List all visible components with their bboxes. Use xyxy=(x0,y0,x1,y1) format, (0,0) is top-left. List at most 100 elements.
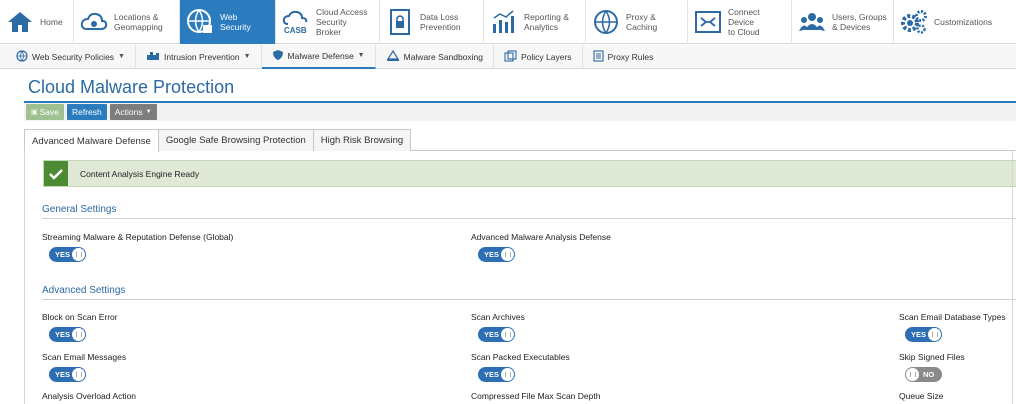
users-icon xyxy=(798,8,826,36)
toolbar: ▣ Save Refresh Actions ▼ xyxy=(24,101,1016,121)
scan-packed-executables-toggle[interactable]: YES xyxy=(478,367,515,382)
scan-email-messages-label: Scan Email Messages xyxy=(42,352,127,362)
save-button[interactable]: ▣ Save xyxy=(26,104,64,120)
nav-reporting-label: Reporting & Analytics xyxy=(524,12,569,32)
scan-email-db-types-toggle[interactable]: YES xyxy=(905,327,942,342)
nav-users-label: Users, Groups & Devices xyxy=(832,12,887,32)
subnav-label: Malware Sandboxing xyxy=(403,51,483,62)
nav-connect-device[interactable]: Connect Device to Cloud xyxy=(688,0,792,44)
refresh-button[interactable]: Refresh xyxy=(67,104,107,120)
skip-signed-files-toggle[interactable]: NO xyxy=(905,367,942,382)
toggle-knob xyxy=(72,328,85,341)
nav-web-security-label: Web Security xyxy=(220,12,251,32)
actions-button[interactable]: Actions ▼ xyxy=(109,104,157,120)
nav-proxy[interactable]: Proxy & Caching xyxy=(586,0,688,44)
toggle-knob xyxy=(501,368,514,381)
nav-casb-label: Cloud Access Security Broker xyxy=(316,7,368,37)
globe-icon xyxy=(16,49,28,64)
nav-home-label: Home xyxy=(40,17,63,27)
streaming-malware-label: Streaming Malware & Reputation Defense (… xyxy=(42,232,234,242)
scan-archives-label: Scan Archives xyxy=(471,312,525,322)
divider xyxy=(42,299,1016,300)
subnav-label: Intrusion Prevention xyxy=(163,51,240,62)
nav-casb[interactable]: CASB Cloud Access Security Broker xyxy=(276,0,380,44)
toggle-text: YES xyxy=(911,330,927,339)
tab-high-risk-browsing[interactable]: High Risk Browsing xyxy=(312,129,412,151)
tab-bar: Advanced Malware Defense Google Safe Bro… xyxy=(24,129,1016,152)
casb-icon: CASB xyxy=(282,8,310,36)
subnav-label: Proxy Rules xyxy=(607,51,654,62)
toggle-text: YES xyxy=(55,330,71,339)
advanced-malware-analysis-toggle[interactable]: YES xyxy=(478,247,515,262)
tab-content: Content Analysis Engine Ready General Se… xyxy=(24,151,1016,404)
queue-size-label: Queue Size xyxy=(899,391,944,401)
layers-icon xyxy=(504,49,517,64)
actions-label: Actions xyxy=(114,107,143,117)
toggle-knob xyxy=(501,328,514,341)
general-settings-heading: General Settings xyxy=(42,204,117,215)
toggle-knob xyxy=(501,248,514,261)
scan-packed-executables-label: Scan Packed Executables xyxy=(471,352,570,362)
toggle-knob xyxy=(72,248,85,261)
nav-locations-label: Locations & Geomapping xyxy=(114,12,163,32)
compressed-file-max-scan-depth-label: Compressed File Max Scan Depth xyxy=(471,391,601,401)
subnav-label: Malware Defense xyxy=(287,50,354,61)
nav-web-security[interactable]: Web Security xyxy=(180,0,276,44)
divider xyxy=(42,218,1016,219)
page-title: Cloud Malware Protection xyxy=(28,77,235,97)
analysis-overload-action-label: Analysis Overload Action xyxy=(42,391,137,401)
connect-icon xyxy=(694,8,722,36)
subnav-label: Policy Layers xyxy=(521,51,572,62)
toggle-text: NO xyxy=(923,370,935,379)
home-icon xyxy=(6,8,34,36)
toggle-knob xyxy=(906,368,919,381)
chevron-down-icon: ▼ xyxy=(145,109,152,115)
scan-email-db-types-label: Scan Email Database Types xyxy=(899,312,1006,322)
chevron-down-icon: ▼ xyxy=(118,53,125,60)
gears-icon xyxy=(900,8,928,36)
save-label: Save xyxy=(39,107,59,117)
block-on-scan-error-label: Block on Scan Error xyxy=(42,312,118,322)
block-on-scan-error-toggle[interactable]: YES xyxy=(49,327,86,342)
svg-text:CASB: CASB xyxy=(284,26,307,34)
globe-icon xyxy=(592,8,620,36)
subnav-malware-sandboxing[interactable]: Malware Sandboxing xyxy=(376,44,494,69)
nav-locations[interactable]: Locations & Geomapping xyxy=(74,0,180,44)
nav-connect-device-label: Connect Device to Cloud xyxy=(728,7,760,37)
ips-icon xyxy=(146,51,160,63)
subnav-intrusion-prevention[interactable]: Intrusion Prevention ▼ xyxy=(136,44,262,69)
streaming-malware-toggle[interactable]: YES xyxy=(49,247,86,262)
status-banner: Content Analysis Engine Ready xyxy=(43,160,1016,187)
top-navigation: Home Locations & Geomapping Web Security… xyxy=(0,0,1016,44)
tab-advanced-malware-defense[interactable]: Advanced Malware Defense xyxy=(24,129,159,152)
scan-archives-toggle[interactable]: YES xyxy=(478,327,515,342)
subnav-label: Web Security Policies xyxy=(32,51,115,62)
tab-google-safe-browsing[interactable]: Google Safe Browsing Protection xyxy=(157,129,314,151)
toggle-knob xyxy=(928,328,941,341)
toggle-text: YES xyxy=(484,370,500,379)
toggle-knob xyxy=(72,368,85,381)
shield-icon xyxy=(272,49,284,63)
nav-proxy-label: Proxy & Caching xyxy=(626,12,658,32)
subnav-malware-defense[interactable]: Malware Defense ▼ xyxy=(261,44,376,69)
nav-dlp[interactable]: Data Loss Prevention xyxy=(380,0,484,44)
subnav-proxy-rules[interactable]: Proxy Rules xyxy=(583,45,664,69)
cloud-location-icon xyxy=(80,8,108,36)
save-icon: ▣ xyxy=(31,109,38,116)
scan-email-messages-toggle[interactable]: YES xyxy=(49,367,86,382)
status-banner-text: Content Analysis Engine Ready xyxy=(80,168,200,179)
nav-dlp-label: Data Loss Prevention xyxy=(420,12,461,32)
sub-navigation: Web Security Policies ▼ Intrusion Preven… xyxy=(0,44,1016,69)
nav-reporting[interactable]: Reporting & Analytics xyxy=(484,0,586,44)
nav-home[interactable]: Home xyxy=(0,0,74,44)
toggle-text: YES xyxy=(484,250,500,259)
toggle-text: YES xyxy=(484,330,500,339)
nav-users[interactable]: Users, Groups & Devices xyxy=(792,0,894,44)
chevron-down-icon: ▼ xyxy=(243,53,251,60)
subnav-web-security-policies[interactable]: Web Security Policies ▼ xyxy=(6,44,136,69)
skip-signed-files-label: Skip Signed Files xyxy=(899,352,965,362)
globe-lock-icon xyxy=(186,8,214,36)
nav-customizations[interactable]: Customizations xyxy=(894,0,1006,44)
lock-document-icon xyxy=(386,8,414,36)
subnav-policy-layers[interactable]: Policy Layers xyxy=(494,44,583,69)
